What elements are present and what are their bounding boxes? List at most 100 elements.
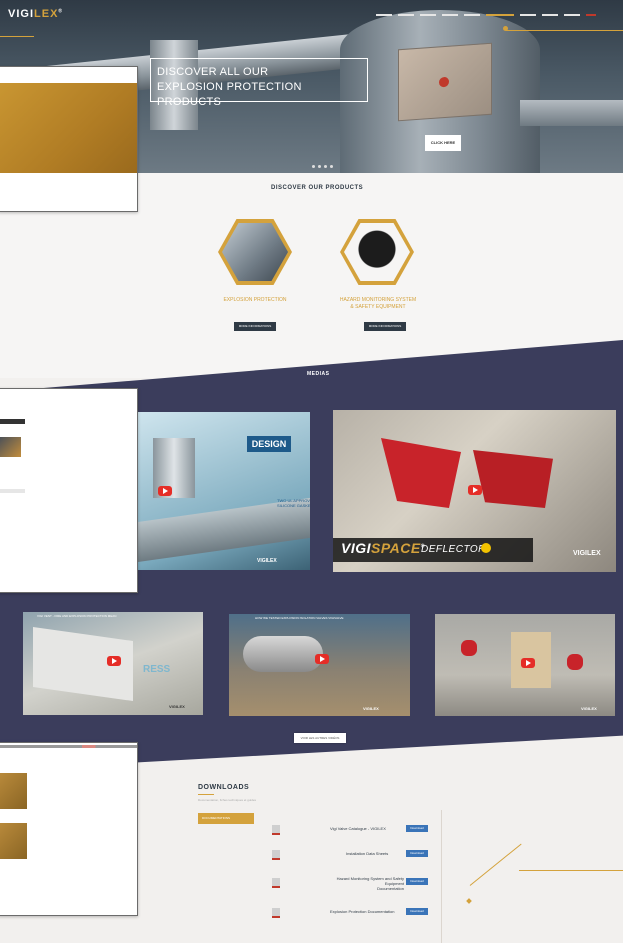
- logo-x: LEX: [34, 8, 59, 20]
- hazard-more-info-button[interactable]: MORE INFORMATIONS: [364, 322, 406, 331]
- download-button[interactable]: Download: [406, 825, 428, 832]
- product-explosion-label[interactable]: EXPLOSION PROTECTION: [200, 297, 310, 304]
- click-here-button[interactable]: CLICK HERE: [425, 135, 461, 151]
- deflector-label: DEFLECTOR: [421, 544, 486, 555]
- download-button[interactable]: Download: [406, 908, 428, 915]
- video-vigispace-deflector[interactable]: VIGISPACE® DEFLECTOR VIGILEX: [333, 410, 616, 572]
- zoom-media-line: [0, 489, 25, 493]
- pointer-line-bottom-right: [519, 870, 623, 871]
- zoom-gold-panel: [0, 83, 137, 173]
- nav-item[interactable]: [542, 14, 558, 16]
- design-badge: DESIGN: [247, 436, 291, 452]
- hero-headline-line1: DISCOVER ALL OUR: [157, 66, 269, 78]
- downloads-divider: [441, 810, 442, 943]
- downloads-tab[interactable]: [198, 865, 254, 876]
- nav-item-active[interactable]: [486, 14, 514, 16]
- red-device-1: [461, 640, 477, 656]
- play-icon[interactable]: [468, 485, 482, 495]
- hazard-product-image: [344, 223, 410, 281]
- play-icon[interactable]: [107, 656, 121, 666]
- slider-dots[interactable]: [312, 165, 333, 168]
- video-logo: VIGILEX: [573, 550, 601, 557]
- pdf-icon: [272, 825, 280, 835]
- pointer-dot-top-right: [503, 26, 508, 31]
- play-icon[interactable]: [521, 658, 535, 668]
- product-hazard-label[interactable]: HAZARD MONITORING SYSTEM & SAFETY EQUIPM…: [323, 297, 433, 311]
- pdf-icon: [272, 908, 280, 918]
- deflector-model-1: [381, 438, 461, 508]
- zoom-media-bar: [0, 419, 25, 424]
- download-item-label: Explosion Protection Documentation: [330, 909, 395, 914]
- hero-side-pipe: [520, 100, 623, 126]
- medias-title: MEDIAS: [307, 371, 330, 377]
- downloads-title: DOWNLOADS: [198, 784, 250, 791]
- video-isolation-valves[interactable]: HOW WE TESTED EXPLOSION ISOLATION VALVES…: [229, 614, 410, 716]
- download-item-label: Vigi Valve Catalogue - VIGILEX: [330, 826, 386, 831]
- downloads-underline: [198, 794, 214, 795]
- product-explosion-hex[interactable]: [218, 219, 292, 285]
- zoom-media-thumb: [0, 437, 21, 457]
- slider-dot[interactable]: [330, 165, 333, 168]
- video-annotation: TWO UL APPROVED SILICONE GASKET: [277, 498, 310, 508]
- pdf-icon: [272, 878, 280, 888]
- downloads-subtitle: Documentation, fiches techniques et guid…: [198, 798, 257, 802]
- nav-item[interactable]: [442, 14, 458, 16]
- zoom-nav-bar: [0, 745, 137, 748]
- slider-dot[interactable]: [324, 165, 327, 168]
- zoom-card-1: [0, 773, 27, 809]
- download-item-label-line1: Hazard Monitoring System and Safety Equi…: [336, 876, 404, 886]
- video-design[interactable]: DESIGN TWO UL APPROVED SILICONE GASKET V…: [137, 412, 310, 570]
- nav-item[interactable]: [420, 14, 436, 16]
- pointer-line-top-left: [0, 36, 34, 37]
- product-hazard-hex[interactable]: [340, 219, 414, 285]
- play-icon[interactable]: [315, 654, 329, 664]
- ress-text: RESS: [143, 664, 171, 675]
- zoom-callout-downloads: [0, 742, 138, 916]
- slider-dot[interactable]: [312, 165, 315, 168]
- video-title: HOW WE TESTED EXPLOSION ISOLATION VALVES…: [255, 616, 344, 620]
- hero-headline-box: DISCOVER ALL OUR EXPLOSION PROTECTION PR…: [150, 58, 368, 108]
- downloads-tab[interactable]: [198, 826, 254, 837]
- video-brand: VIGILEX: [363, 706, 379, 711]
- zoom-card-2: [0, 823, 27, 859]
- hero-product-box: [398, 42, 492, 122]
- download-item-label: Hazard Monitoring System and Safety Equi…: [318, 876, 404, 891]
- site-logo[interactable]: VIGILEX®: [8, 8, 63, 20]
- deflector-model-2: [473, 450, 553, 508]
- explosion-more-info-button[interactable]: MORE INFORMATIONS: [234, 322, 276, 331]
- vigispace-brand: VIGISPACE®: [341, 540, 425, 556]
- nav-item[interactable]: [398, 14, 414, 16]
- download-button[interactable]: Download: [406, 850, 428, 857]
- download-item-label-line2: Documentation: [377, 886, 404, 891]
- video-title: VIGI VENT - FIRE AND EXPLOSION PROTECTIO…: [37, 614, 117, 618]
- pdf-icon: [272, 850, 280, 860]
- brand-vigi: VIGI: [341, 540, 372, 556]
- hero-headline-line2: EXPLOSION PROTECTION PRODUCTS: [157, 81, 302, 108]
- download-button[interactable]: Download: [406, 878, 428, 885]
- valve-tank: [243, 636, 323, 672]
- logo-text: VIGI: [8, 8, 35, 20]
- atex-icon: [481, 543, 491, 553]
- webpage-screenshot: VIGILEX® DISCOVER ALL OUR EXPLOSION PROT…: [0, 0, 623, 943]
- see-more-videos-button[interactable]: VOIR LES AUTRES VIDÉOS: [294, 733, 346, 743]
- zoom-callout-media: [0, 388, 138, 593]
- explosion-product-image: [222, 223, 288, 281]
- nav-item[interactable]: [564, 14, 580, 16]
- nav-item[interactable]: [520, 14, 536, 16]
- downloads-tab[interactable]: [198, 852, 254, 863]
- product-hazard-label-line2: & SAFETY EQUIPMENT: [350, 304, 406, 310]
- downloads-tab-active[interactable]: DOCUMENTATIONS: [198, 813, 254, 824]
- play-icon[interactable]: [158, 486, 172, 496]
- downloads-tab[interactable]: [198, 839, 254, 850]
- video-vigi-vent[interactable]: VIGI VENT - FIRE AND EXPLOSION PROTECTIO…: [23, 612, 203, 715]
- zoom-callout-header: [0, 66, 138, 212]
- red-device-2: [567, 654, 583, 670]
- top-navigation: [376, 14, 596, 16]
- slider-dot[interactable]: [318, 165, 321, 168]
- social-icons[interactable]: [586, 14, 596, 16]
- nav-item[interactable]: [376, 14, 392, 16]
- download-item-label: Installation Data Sheets: [346, 851, 389, 856]
- video-brand: VIGILEX: [169, 704, 185, 709]
- nav-item[interactable]: [464, 14, 480, 16]
- video-vigilex-installation[interactable]: VIGILEX: [435, 614, 615, 716]
